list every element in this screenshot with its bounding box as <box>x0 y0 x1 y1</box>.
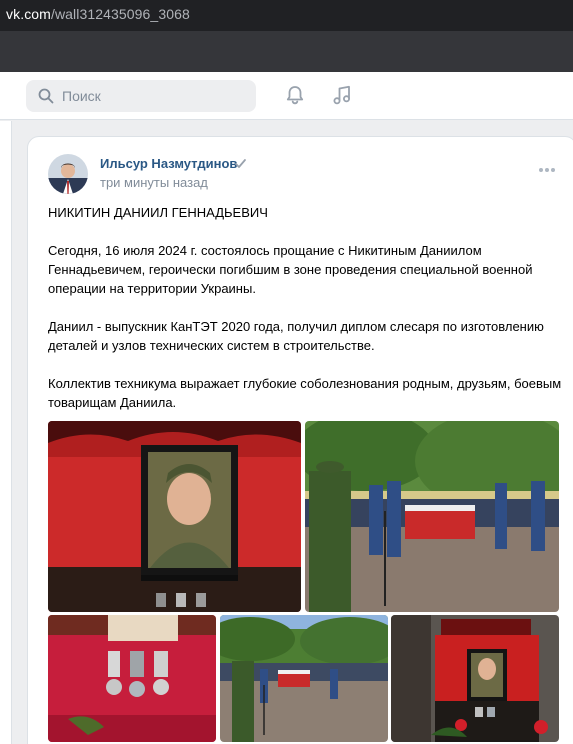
post-paragraph: Сегодня, 16 июля 2024 г. состоялось прощ… <box>48 243 533 296</box>
browser-address-bar[interactable]: vk.com/wall312435096_3068 <box>0 0 573 31</box>
browser-toolbar <box>0 31 573 72</box>
post-photo-portrait[interactable] <box>48 421 301 612</box>
post-time-link[interactable]: три минуты назад <box>100 175 208 190</box>
post-photo-medals[interactable] <box>48 615 216 742</box>
url-text[interactable]: vk.com/wall312435096_3068 <box>6 6 190 22</box>
music-icon[interactable] <box>331 84 353 106</box>
post-paragraph: Коллектив техникума выражает глубокие со… <box>48 376 562 410</box>
wall-post: Ильсур Назмутдинов три минуты назад НИКИ… <box>27 136 573 744</box>
url-path: /wall312435096_3068 <box>50 6 190 22</box>
bell-icon[interactable] <box>284 84 306 106</box>
avatar[interactable] <box>48 154 88 194</box>
post-photo-memorial[interactable] <box>391 615 559 742</box>
search-icon <box>38 88 54 104</box>
verified-icon <box>235 159 246 168</box>
post-author-link[interactable]: Ильсур Назмутдинов <box>100 156 237 171</box>
more-options-icon[interactable] <box>538 167 556 173</box>
url-host: vk.com <box>6 6 51 22</box>
search-placeholder: Поиск <box>62 88 101 104</box>
search-input[interactable]: Поиск <box>26 80 256 112</box>
post-photo-honor-guard[interactable] <box>220 615 388 742</box>
post-paragraph: НИКИТИН ДАНИИЛ ГЕННАДЬЕВИЧ <box>48 205 268 220</box>
left-sidebar-edge <box>0 121 12 744</box>
post-paragraph: Даниил - выпускник КанТЭТ 2020 года, пол… <box>48 319 544 353</box>
post-text: НИКИТИН ДАНИИЛ ГЕННАДЬЕВИЧ Сегодня, 16 и… <box>48 203 563 412</box>
post-photo-ceremony[interactable] <box>305 421 559 612</box>
